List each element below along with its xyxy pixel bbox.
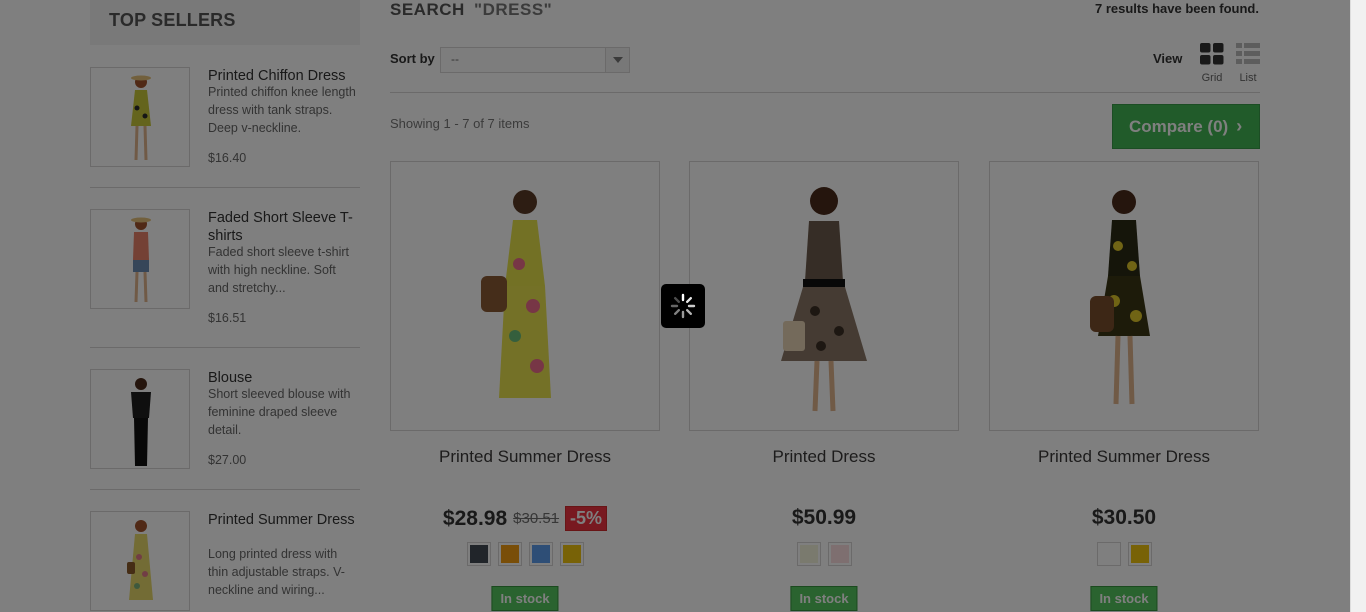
loading-spinner-icon: [661, 284, 705, 328]
scrollbar[interactable]: [1350, 0, 1366, 612]
